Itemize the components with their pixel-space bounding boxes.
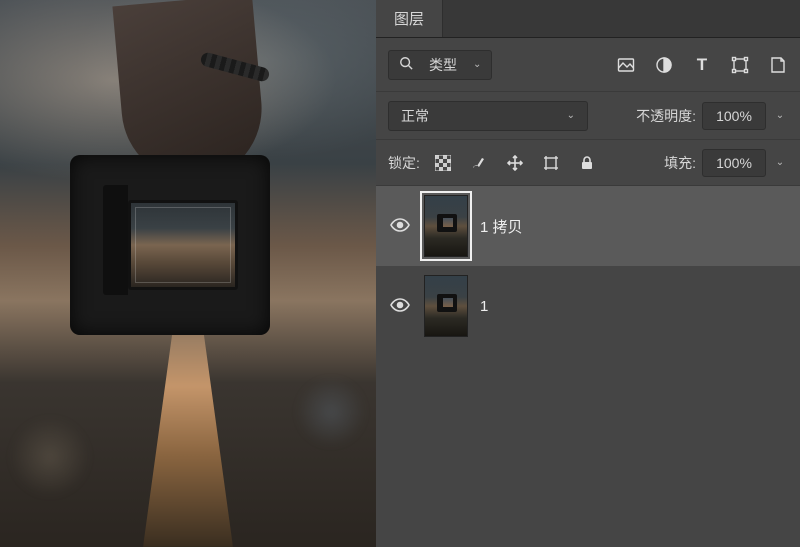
- chevron-down-icon: ⌄: [473, 59, 481, 70]
- filter-pixel-icon[interactable]: [616, 55, 636, 75]
- filter-smartobject-icon[interactable]: [768, 55, 788, 75]
- layers-list: 1 拷贝 1: [376, 186, 800, 547]
- lock-row: 锁定: 填充: 100% ⌄: [376, 140, 800, 186]
- eye-icon: [390, 215, 410, 238]
- canvas-image: [0, 0, 376, 547]
- layer-row[interactable]: 1 拷贝: [376, 186, 800, 266]
- opacity-value: 100%: [716, 108, 752, 124]
- fill-stepper[interactable]: ⌄: [772, 149, 788, 177]
- layers-panel: 图层 类型 ⌄ T: [376, 0, 800, 547]
- bokeh: [296, 377, 366, 447]
- lock-label: 锁定:: [388, 153, 420, 173]
- filter-icons: T: [616, 55, 788, 75]
- filter-label: 类型: [429, 55, 457, 75]
- blend-mode-row: 正常 ⌄ 不透明度: 100% ⌄: [376, 92, 800, 140]
- opacity-stepper[interactable]: ⌄: [772, 102, 788, 130]
- filter-type-select[interactable]: 类型 ⌄: [388, 50, 492, 80]
- layer-name[interactable]: 1: [480, 298, 488, 315]
- fill-label: 填充:: [664, 153, 696, 173]
- tab-label: 图层: [394, 8, 424, 29]
- filter-adjustment-icon[interactable]: [654, 55, 674, 75]
- panel-menu-button[interactable]: [770, 0, 800, 37]
- camera-screen: [128, 200, 238, 290]
- camera-side: [103, 185, 128, 295]
- bokeh: [10, 417, 90, 497]
- layer-thumbnail[interactable]: [424, 275, 468, 337]
- filter-shape-icon[interactable]: [730, 55, 750, 75]
- eye-icon: [390, 295, 410, 318]
- search-icon: [399, 56, 413, 73]
- layer-row[interactable]: 1: [376, 266, 800, 346]
- lock-position-icon[interactable]: [506, 154, 524, 172]
- lock-brush-icon[interactable]: [470, 154, 488, 172]
- layer-thumbnail[interactable]: [424, 195, 468, 257]
- panel-tab-bar: 图层: [376, 0, 800, 38]
- chevron-down-icon: ⌄: [567, 110, 575, 121]
- opacity-label: 不透明度:: [636, 106, 696, 126]
- visibility-toggle[interactable]: [388, 295, 412, 318]
- filter-type-icon[interactable]: T: [692, 55, 712, 75]
- fill-input[interactable]: 100%: [702, 149, 766, 177]
- lock-artboard-icon[interactable]: [542, 154, 560, 172]
- lock-transparency-icon[interactable]: [434, 154, 452, 172]
- lock-all-icon[interactable]: [578, 154, 596, 172]
- blend-mode-select[interactable]: 正常 ⌄: [388, 101, 588, 131]
- fill-value: 100%: [716, 155, 752, 171]
- screen-overlay: [135, 207, 231, 283]
- visibility-toggle[interactable]: [388, 215, 412, 238]
- rail: [143, 317, 233, 547]
- tab-layers[interactable]: 图层: [376, 0, 443, 37]
- layer-name[interactable]: 1 拷贝: [480, 216, 523, 237]
- opacity-input[interactable]: 100%: [702, 102, 766, 130]
- layer-filter-row: 类型 ⌄ T: [376, 38, 800, 92]
- blend-mode-value: 正常: [401, 106, 429, 126]
